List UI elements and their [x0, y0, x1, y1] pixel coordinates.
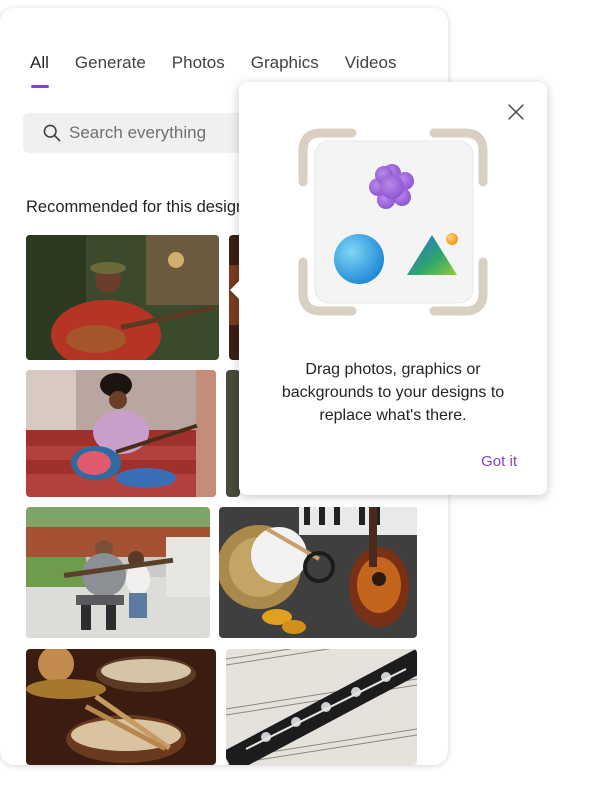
- woman-playing-guitar-on-steps-photo[interactable]: [26, 370, 216, 497]
- tab-bar: All Generate Photos Graphics Videos: [30, 53, 422, 88]
- tab-graphics[interactable]: Graphics: [251, 53, 319, 73]
- music-photo[interactable]: [226, 370, 240, 497]
- man-playing-guitar-photo[interactable]: [26, 235, 219, 360]
- popup-pointer: [230, 280, 240, 300]
- tab-videos[interactable]: Videos: [345, 53, 397, 73]
- instruments-flatlay-photo[interactable]: [219, 507, 417, 638]
- section-title: Recommended for this design: [26, 198, 246, 216]
- tab-label: Photos: [171, 53, 225, 72]
- grandfather-and-child-guitar-photo[interactable]: [26, 507, 210, 638]
- close-icon[interactable]: [507, 103, 525, 121]
- tab-label: Videos: [344, 53, 397, 72]
- tab-label: All: [30, 53, 49, 72]
- popup-message: Drag photos, graphics or backgrounds to …: [281, 361, 505, 424]
- drum-kit-photo[interactable]: [26, 649, 216, 765]
- media-frame-illustration: [297, 127, 489, 317]
- search-icon: [43, 124, 61, 142]
- tab-label: Generate: [74, 53, 146, 72]
- active-tab-indicator: [31, 85, 49, 88]
- got-it-button[interactable]: Got it: [481, 453, 517, 470]
- tab-photos[interactable]: Photos: [172, 53, 225, 73]
- teaching-popup: Drag photos, graphics or backgrounds to …: [230, 82, 547, 495]
- tab-all[interactable]: All: [30, 53, 49, 88]
- clarinet-sheet-music-photo[interactable]: [226, 649, 417, 765]
- tab-generate[interactable]: Generate: [75, 53, 146, 73]
- tab-label: Graphics: [250, 53, 319, 72]
